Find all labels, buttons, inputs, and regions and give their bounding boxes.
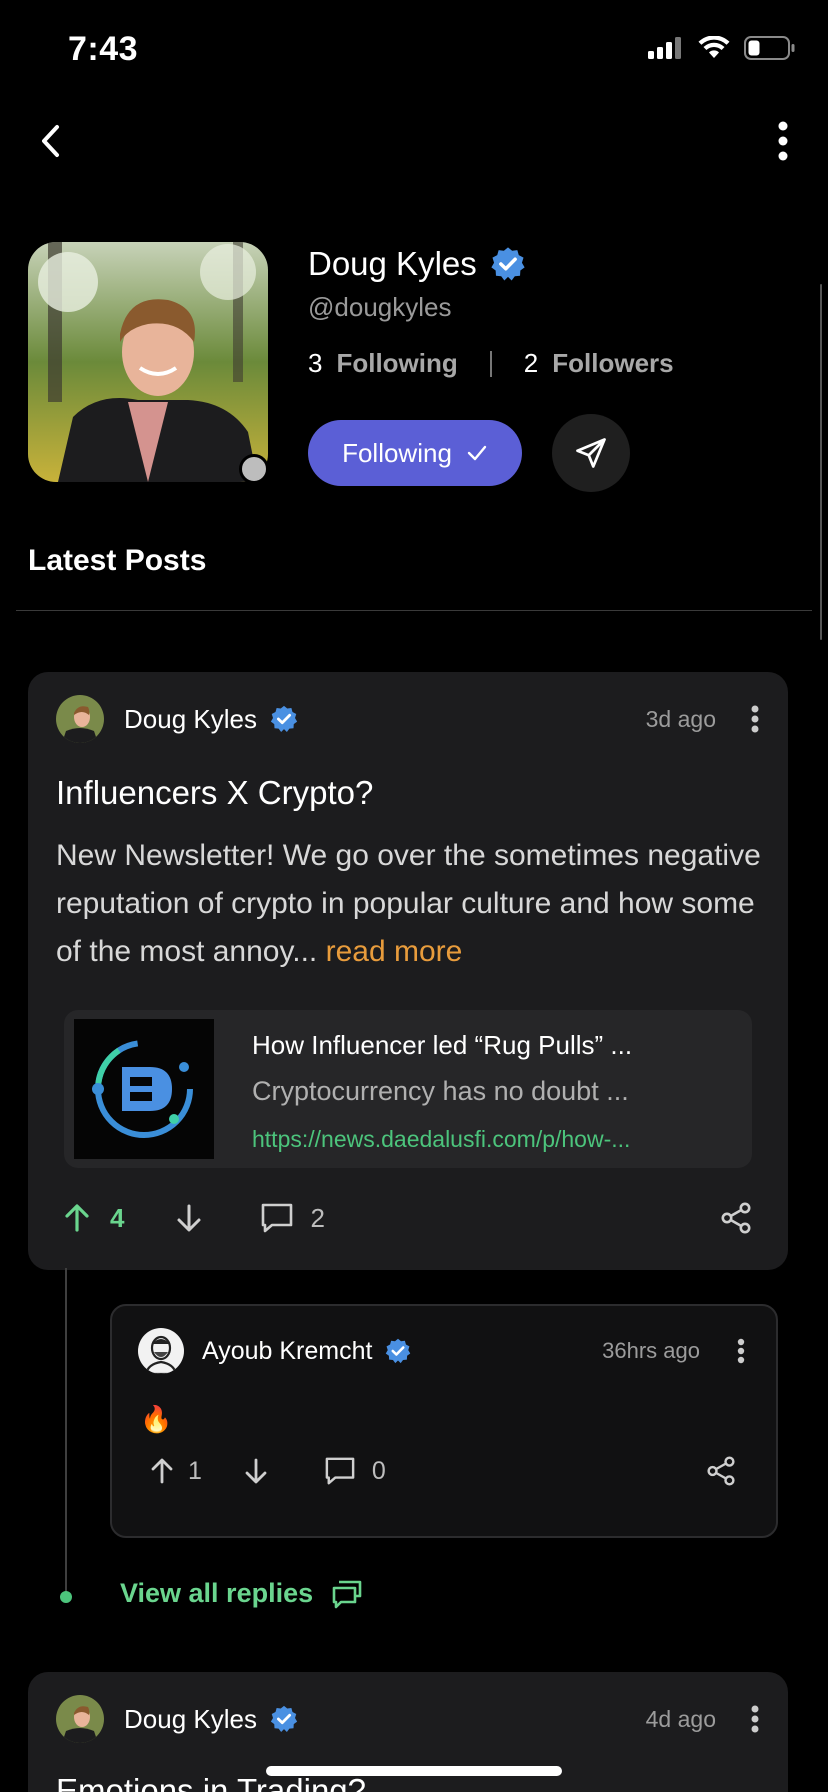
battery-icon — [744, 36, 795, 60]
post-options-button[interactable] — [750, 1705, 760, 1733]
latest-posts-heading: Latest Posts — [28, 544, 207, 577]
daedalus-logo-icon — [92, 1040, 193, 1138]
arrow-down-icon — [177, 1204, 201, 1232]
more-options-button[interactable] — [768, 116, 798, 166]
reply-upvote-button[interactable]: 1 — [150, 1457, 202, 1486]
share-button[interactable] — [720, 1202, 752, 1234]
back-button[interactable] — [28, 116, 72, 166]
followers-count[interactable]: 2 — [524, 348, 538, 379]
post-author[interactable]: Doug Kyles — [124, 1704, 257, 1735]
following-button-label: Following — [342, 437, 452, 468]
author-avatar[interactable] — [56, 1695, 104, 1743]
profile-name-row: Doug Kyles — [308, 242, 527, 286]
verified-badge-icon — [491, 247, 525, 281]
status-icons — [648, 36, 796, 60]
post-timestamp: 4d ago — [645, 1705, 716, 1732]
post-options-button[interactable] — [750, 705, 760, 733]
share-icon — [721, 1202, 751, 1234]
status-time: 7:43 — [68, 30, 139, 68]
link-thumbnail — [74, 1019, 214, 1159]
reply-comment-button[interactable]: 0 — [324, 1456, 386, 1486]
reply-downvote-button[interactable] — [244, 1457, 268, 1485]
cellular-signal-icon — [648, 37, 681, 59]
post-card[interactable]: Doug Kyles 3d ago Influencers X Crypto? … — [28, 672, 788, 1270]
profile-handle: @dougkyles — [308, 292, 452, 322]
profile-stats: 3 Following 2 Followers — [308, 348, 674, 379]
author-photo — [56, 695, 104, 743]
presence-indicator — [239, 454, 269, 484]
read-more-link[interactable]: read more — [326, 935, 463, 968]
thread-line — [65, 1268, 67, 1596]
upvote-count: 4 — [110, 1202, 125, 1233]
arrow-up-icon — [65, 1204, 89, 1232]
link-description: Cryptocurrency has no doubt ... — [252, 1076, 629, 1106]
send-message-button[interactable] — [552, 414, 630, 492]
verified-badge — [269, 704, 299, 734]
following-count[interactable]: 3 — [308, 348, 322, 379]
post-header: Doug Kyles 4d ago — [56, 1694, 760, 1744]
verified-badge-icon — [386, 1338, 411, 1364]
view-all-replies-button[interactable]: View all replies — [120, 1578, 363, 1609]
check-icon — [467, 445, 487, 461]
thread-dot — [60, 1591, 72, 1603]
verified-badge — [384, 1337, 412, 1365]
reply-body: 🔥 — [140, 1404, 173, 1434]
post-title[interactable]: Influencers X Crypto? — [56, 774, 373, 812]
wifi-icon — [698, 36, 730, 58]
view-all-replies-label: View all replies — [120, 1578, 314, 1608]
scroll-indicator — [820, 284, 822, 640]
reply-header: Ayoub Kremcht 36hrs ago — [138, 1326, 746, 1376]
arrow-up-icon — [151, 1458, 173, 1484]
stats-divider — [489, 350, 492, 377]
vertical-dots-icon — [751, 705, 759, 733]
post-actions: 4 2 — [64, 1202, 752, 1234]
post-body: New Newsletter! We go over the sometimes… — [56, 832, 776, 976]
reply-author-avatar[interactable] — [138, 1328, 184, 1374]
profile-name: Doug Kyles — [308, 245, 477, 282]
reply-timestamp: 36hrs ago — [602, 1338, 700, 1363]
post-timestamp: 3d ago — [645, 705, 716, 732]
send-icon — [576, 438, 606, 468]
section-divider — [16, 610, 812, 611]
chevron-left-icon — [42, 125, 59, 157]
reply-comment-count: 0 — [371, 1456, 386, 1485]
reply-author-photo — [138, 1328, 184, 1374]
comment-button[interactable]: 2 — [260, 1202, 325, 1234]
reply-share-button[interactable] — [706, 1456, 736, 1486]
downvote-button[interactable] — [176, 1203, 202, 1233]
reply-upvote-count: 1 — [188, 1456, 202, 1485]
arrow-down-icon — [245, 1458, 267, 1484]
reply-options-button[interactable] — [736, 1338, 746, 1364]
followers-label[interactable]: Followers — [552, 348, 673, 379]
reply-author[interactable]: Ayoub Kremcht — [202, 1337, 372, 1366]
comment-icon — [262, 1203, 293, 1233]
comment-count: 2 — [310, 1202, 325, 1233]
author-photo — [56, 1695, 104, 1743]
home-indicator[interactable] — [266, 1766, 562, 1776]
author-avatar[interactable] — [56, 695, 104, 743]
verified-badge-icon — [270, 1705, 298, 1732]
link-title: How Influencer led “Rug Pulls” ... — [252, 1030, 633, 1060]
vertical-dots-icon — [737, 1338, 745, 1364]
top-nav — [0, 110, 828, 174]
reply-actions: 1 0 — [150, 1456, 736, 1486]
following-label[interactable]: Following — [336, 348, 457, 379]
profile-avatar[interactable] — [28, 242, 268, 482]
vertical-dots-icon — [778, 121, 788, 161]
following-button[interactable]: Following — [308, 420, 522, 486]
share-icon — [707, 1456, 735, 1486]
reply-card[interactable]: Ayoub Kremcht 36hrs ago 🔥 1 0 — [110, 1304, 778, 1538]
replies-icon — [332, 1580, 362, 1608]
verified-badge-icon — [270, 705, 298, 732]
verified-badge — [269, 1704, 299, 1734]
post-author[interactable]: Doug Kyles — [124, 704, 257, 735]
status-bar: 7:43 — [0, 0, 828, 100]
post-header: Doug Kyles 3d ago — [56, 694, 760, 744]
vertical-dots-icon — [751, 1705, 759, 1733]
link-url[interactable]: https://news.daedalusfi.com/p/how-... — [252, 1126, 630, 1153]
comment-icon — [325, 1457, 355, 1485]
profile-photo — [28, 242, 268, 482]
upvote-button[interactable]: 4 — [64, 1203, 124, 1234]
link-preview[interactable]: How Influencer led “Rug Pulls” ... Crypt… — [64, 1010, 752, 1168]
